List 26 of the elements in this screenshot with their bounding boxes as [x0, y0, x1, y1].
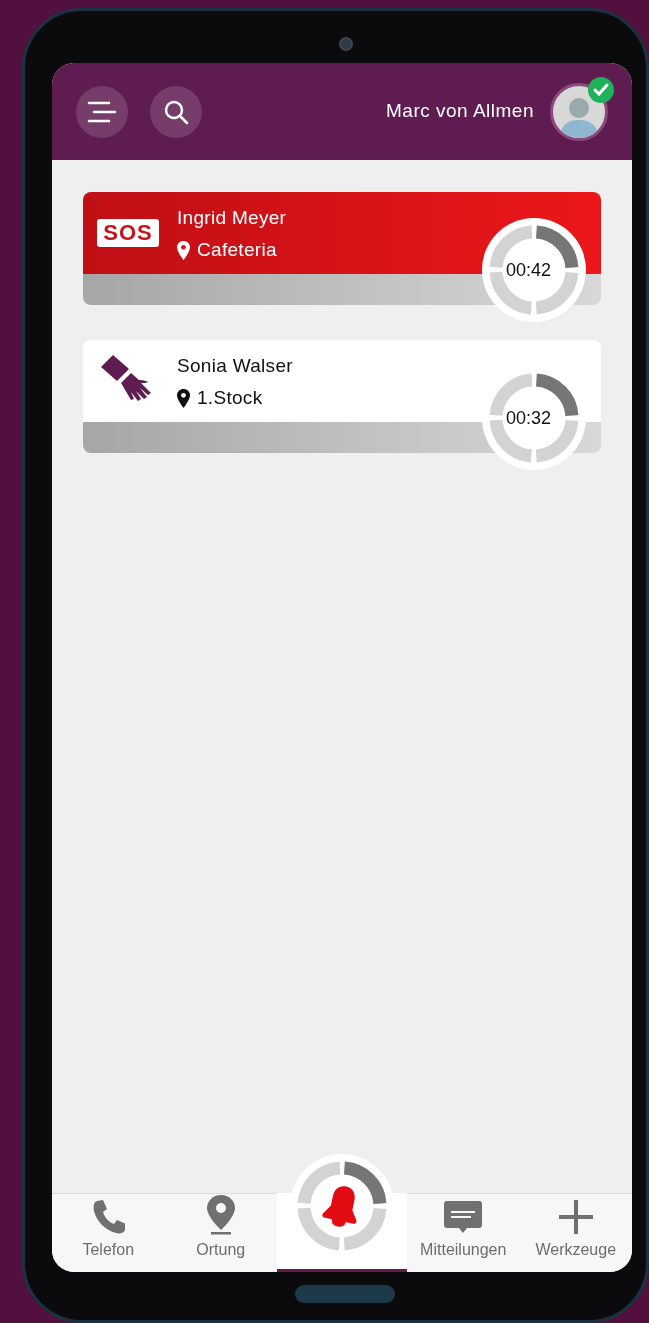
alarm-tab[interactable]	[277, 1154, 407, 1272]
menu-button[interactable]	[76, 85, 128, 138]
person-name: Sonia Walser	[177, 353, 293, 378]
plus-icon	[557, 1199, 594, 1235]
message-icon	[444, 1201, 483, 1235]
alarm-ring-icon	[297, 1161, 387, 1251]
nav-tab[interactable]: Telefon	[52, 1194, 165, 1272]
location-text: 1.Stock	[197, 386, 263, 410]
nav-tab[interactable]: Ortung	[164, 1194, 277, 1272]
nav-tab[interactable]: Mitteilungen	[407, 1194, 520, 1272]
location-pin-icon	[177, 388, 190, 408]
timer-ring-icon	[489, 373, 579, 463]
sos-badge: SOS	[97, 219, 159, 247]
timer-text: 00:42	[506, 259, 552, 282]
person-name: Ingrid Meyer	[177, 205, 287, 230]
search-icon	[163, 98, 189, 125]
camera-icon	[339, 37, 353, 51]
phone-icon	[91, 1199, 126, 1235]
timer-ring-icon	[489, 225, 579, 315]
nav-tab[interactable]: Werkzeuge	[519, 1194, 632, 1272]
timer-text: 00:32	[506, 407, 552, 430]
menu-icon	[87, 100, 117, 123]
location-pin-icon	[177, 240, 190, 260]
location-text: Cafeteria	[197, 238, 277, 262]
user-name: Marc von Allmen	[386, 99, 534, 124]
search-button[interactable]	[150, 85, 202, 138]
